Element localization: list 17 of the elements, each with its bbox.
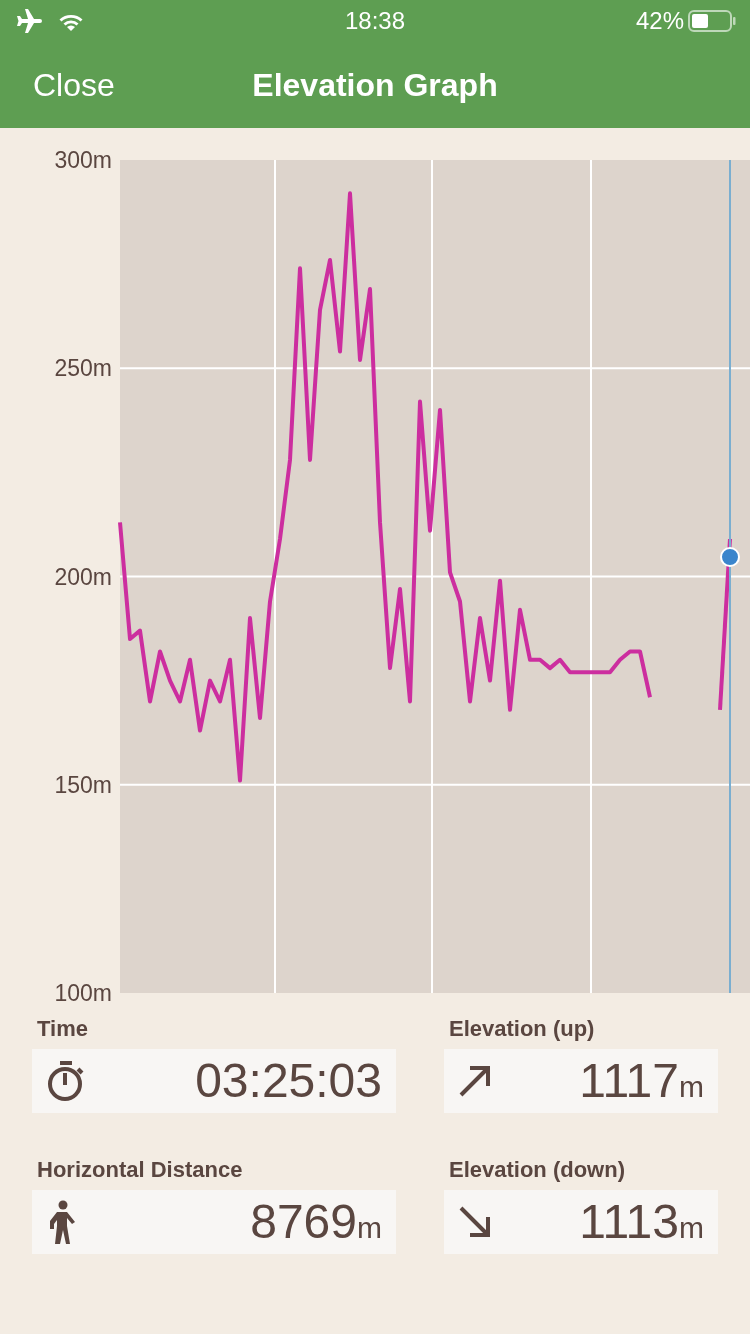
y-axis-label: 250m [54, 355, 112, 382]
clock-time: 18:38 [344, 6, 406, 36]
stat-value: 1113m [579, 1198, 704, 1246]
stat-value: 8769m [250, 1198, 382, 1246]
y-axis-label: 100m [54, 980, 112, 1006]
y-axis-label: 150m [54, 771, 112, 798]
stat-label: Elevation (down) [448, 1156, 626, 1184]
y-axis-label: 300m [54, 147, 112, 173]
close-button[interactable]: Close [0, 61, 115, 109]
stat-label: Time [36, 1015, 89, 1043]
stat-label: Elevation (up) [448, 1015, 596, 1043]
y-axis-label: 200m [54, 563, 112, 590]
stat-value: 1117m [579, 1057, 704, 1105]
stat-label: Horizontal Distance [36, 1156, 244, 1184]
battery-percent: 42% [635, 6, 684, 36]
stat-value: 03:25:03 [195, 1057, 382, 1105]
screen-title: Elevation Graph [252, 67, 498, 103]
